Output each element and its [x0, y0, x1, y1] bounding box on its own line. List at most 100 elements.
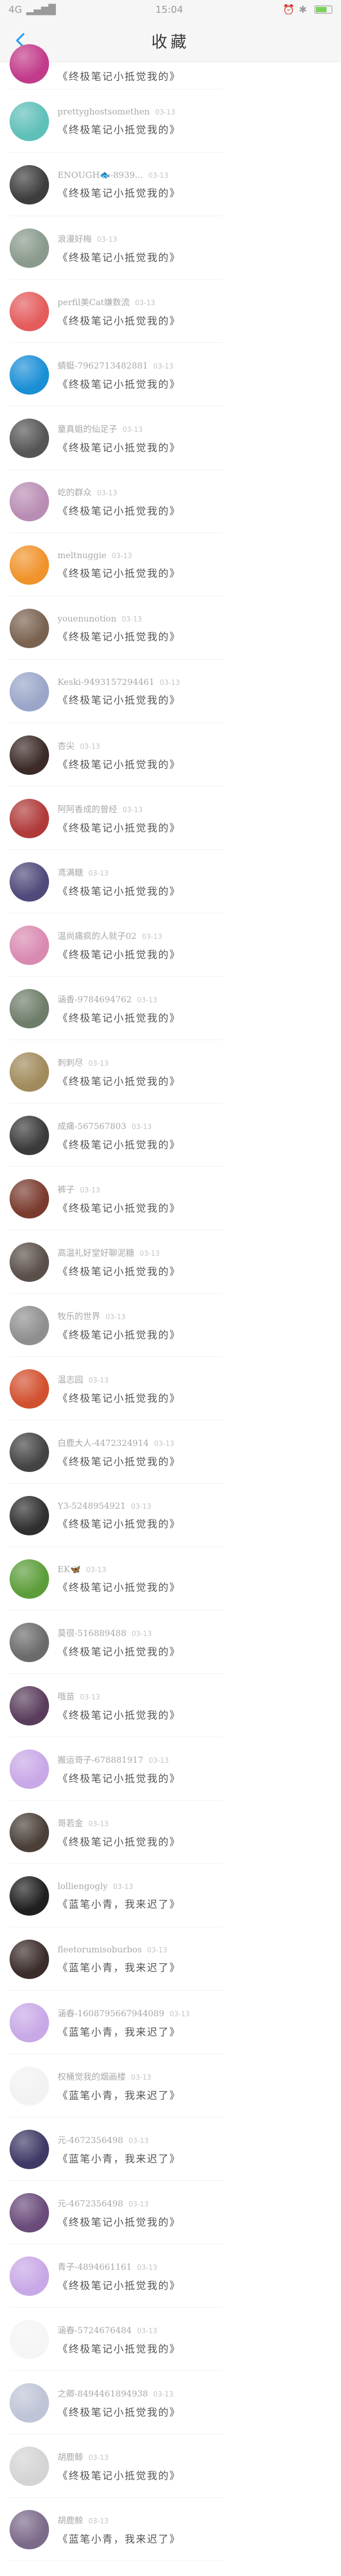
- item-title[interactable]: 《终极笔记小抵觉我的》: [58, 1200, 181, 1215]
- avatar[interactable]: [10, 862, 49, 902]
- user-name[interactable]: 刺刺尽: [58, 1056, 83, 1068]
- user-name[interactable]: 权桶觉我的烟画楼: [58, 2070, 126, 2082]
- list-item[interactable]: 蜻蜓-7962713482881 03-13 《终极笔记小抵觉我的》: [0, 343, 341, 406]
- item-title[interactable]: 《终极笔记小抵觉我的》: [58, 1771, 181, 1785]
- avatar[interactable]: [10, 1305, 49, 1345]
- list-item[interactable]: 搬运哥子-678881917 03-13 《终极笔记小抵觉我的》: [0, 1737, 341, 1801]
- list-item[interactable]: youenunotion 03-13 《终极笔记小抵觉我的》: [0, 596, 341, 660]
- item-title[interactable]: 《终极笔记小抵觉我的》: [58, 503, 181, 518]
- item-title[interactable]: 《终极笔记小抵觉我的》: [58, 566, 181, 580]
- avatar[interactable]: [10, 2383, 49, 2423]
- avatar[interactable]: [10, 165, 49, 205]
- user-name[interactable]: 童真姐的仙足子: [58, 422, 117, 435]
- item-title[interactable]: 《蓝笔小青，我来迟了》: [58, 1896, 181, 1911]
- user-name[interactable]: lolliengogly: [58, 1881, 108, 1891]
- item-title[interactable]: 《终极笔记小抵觉我的》: [58, 185, 181, 200]
- user-name[interactable]: 莫很-516889488: [58, 1626, 126, 1639]
- item-title[interactable]: 《终极笔记小抵觉我的》: [58, 947, 181, 961]
- user-name[interactable]: perfil美Cat嫌数流: [58, 295, 129, 308]
- item-title[interactable]: 《终极笔记小抵觉我的》: [58, 629, 181, 643]
- list-item[interactable]: Keski-9493157294461 03-13 《终极笔记小抵觉我的》: [0, 660, 341, 723]
- item-title[interactable]: 《终极笔记小抵觉我的》: [58, 2341, 181, 2356]
- user-name[interactable]: Y3-5248954921: [58, 1501, 126, 1511]
- user-name[interactable]: prettyghostsomethen: [58, 107, 150, 117]
- avatar[interactable]: [10, 355, 49, 395]
- avatar[interactable]: [10, 1812, 49, 1852]
- user-name[interactable]: 屹的群众: [58, 485, 92, 498]
- avatar[interactable]: [10, 101, 49, 141]
- avatar[interactable]: [10, 1495, 49, 1535]
- avatar[interactable]: [10, 2002, 49, 2042]
- user-name[interactable]: 温尚痛疯的人就子02: [58, 929, 136, 942]
- avatar[interactable]: [10, 1432, 49, 1472]
- item-title[interactable]: 《蓝笔小青，我来迟了》: [58, 2531, 181, 2546]
- avatar[interactable]: [10, 1242, 49, 1282]
- user-name[interactable]: 牧乐的世界: [58, 1309, 100, 1322]
- list-item[interactable]: 元-4672356498 03-13 《蓝笔小青，我来迟了》: [0, 2117, 341, 2181]
- item-title[interactable]: 《终极笔记小抵觉我的》: [58, 1010, 181, 1025]
- list-item[interactable]: 涵春-5724676484 03-13 《终极笔记小抵觉我的》: [0, 2308, 341, 2371]
- item-title[interactable]: 《终极笔记小抵觉我的》: [58, 1516, 181, 1531]
- user-name[interactable]: 温志园: [58, 1372, 83, 1385]
- list-item[interactable]: 之卿-8494461894938 03-13 《终极笔记小抵觉我的》: [0, 2371, 341, 2434]
- item-title[interactable]: 《终极笔记小抵觉我的》: [58, 1707, 181, 1722]
- item-title[interactable]: 《蓝笔小青，我来迟了》: [58, 2151, 181, 2165]
- item-title[interactable]: 《终极笔记小抵觉我的》: [58, 2405, 181, 2419]
- item-title[interactable]: 《终极笔记小抵觉我的》: [58, 2278, 181, 2292]
- avatar[interactable]: [10, 2193, 49, 2232]
- avatar[interactable]: [10, 1622, 49, 1662]
- avatar[interactable]: [10, 608, 49, 648]
- avatar[interactable]: [10, 2256, 49, 2296]
- user-name[interactable]: meltnuggie: [58, 550, 107, 560]
- list-item[interactable]: lolliengogly 03-13 《蓝笔小青，我来迟了》: [0, 1864, 341, 1927]
- avatar[interactable]: [10, 481, 49, 521]
- item-title[interactable]: 《蓝笔小青，我来迟了》: [58, 1960, 181, 1974]
- user-name[interactable]: 浪漫好梅: [58, 232, 92, 244]
- user-name[interactable]: 元-4672356498: [58, 2196, 123, 2209]
- user-name[interactable]: Keski-9493157294461: [58, 677, 155, 687]
- avatar[interactable]: [10, 1179, 49, 1219]
- user-name[interactable]: 胡鹿鲸: [58, 2513, 83, 2526]
- list-item[interactable]: 屹的群众 03-13 《终极笔记小抵觉我的》: [0, 470, 341, 533]
- list-item[interactable]: 元-4672356498 03-13 《终极笔记小抵觉我的》: [0, 2181, 341, 2244]
- user-name[interactable]: 涵春-5724676484: [58, 2323, 132, 2336]
- list-item[interactable]: 白鹿大人-4472324914 03-13 《终极笔记小抵觉我的》: [0, 1420, 341, 1484]
- user-name[interactable]: EK🦋: [58, 1564, 81, 1574]
- item-title[interactable]: 《终极笔记小抵觉我的》: [58, 2214, 181, 2229]
- avatar[interactable]: [10, 2129, 49, 2169]
- user-name[interactable]: fleetorumisoburbos: [58, 1944, 142, 1955]
- item-title[interactable]: 《终极笔记小抵觉我的》: [58, 440, 181, 454]
- user-name[interactable]: 鸢满糖: [58, 865, 83, 878]
- avatar[interactable]: [10, 988, 49, 1028]
- list-item[interactable]: 胡鹿鲸 03-13 《蓝笔小青，我来迟了》: [0, 2498, 341, 2561]
- avatar[interactable]: [10, 291, 49, 331]
- item-title[interactable]: 《终极笔记小抵觉我的》: [58, 313, 181, 328]
- user-name[interactable]: 裤子: [58, 1182, 75, 1195]
- list-item[interactable]: 温尚痛疯的人就子02 03-13 《终极笔记小抵觉我的》: [0, 913, 341, 977]
- item-title[interactable]: 《终极笔记小抵觉我的》: [58, 122, 181, 136]
- user-name[interactable]: 搬运哥子-678881917: [58, 1753, 143, 1765]
- item-title[interactable]: 《终极笔记小抵觉我的》: [58, 1644, 181, 1658]
- user-name[interactable]: 之卿-8494461894938: [58, 2386, 148, 2399]
- list-item[interactable]: 涵香-9784694762 03-13 《终极笔记小抵觉我的》: [0, 977, 341, 1040]
- item-title[interactable]: 《终极笔记小抵觉我的》: [58, 1580, 181, 1594]
- list-item[interactable]: Y3-5248954921 03-13 《终极笔记小抵觉我的》: [0, 1484, 341, 1547]
- item-title[interactable]: 《终极笔记小抵觉我的》: [58, 1327, 181, 1342]
- item-title[interactable]: 《终极笔记小抵觉我的》: [58, 377, 181, 391]
- item-title[interactable]: 《终极笔记小抵觉我的》: [58, 250, 181, 264]
- avatar[interactable]: [10, 1115, 49, 1155]
- avatar[interactable]: [10, 44, 49, 84]
- user-name[interactable]: 高温礼好堂好聊泥糖: [58, 1246, 134, 1258]
- avatar[interactable]: [10, 2066, 49, 2106]
- avatar[interactable]: [10, 2319, 49, 2359]
- list-item[interactable]: 莫很-516889488 03-13 《终极笔记小抵觉我的》: [0, 1610, 341, 1674]
- list-item[interactable]: 温志园 03-13 《终极笔记小抵觉我的》: [0, 1357, 341, 1420]
- user-name[interactable]: 胡鹿鲸: [58, 2450, 83, 2463]
- item-title[interactable]: 《终极笔记小抵觉我的》: [58, 692, 181, 707]
- user-name[interactable]: 元-4672356498: [58, 2133, 123, 2146]
- item-title[interactable]: 《终极笔记小抵觉我的》: [58, 1264, 181, 1278]
- list-item[interactable]: meltnuggie 03-13 《终极笔记小抵觉我的》: [0, 533, 341, 596]
- user-name[interactable]: 白鹿大人-4472324914: [58, 1436, 149, 1449]
- item-title[interactable]: 《蓝笔小青，我来迟了》: [58, 2024, 190, 2039]
- list-item[interactable]: 裤子 03-13 《终极笔记小抵觉我的》: [0, 1167, 341, 1230]
